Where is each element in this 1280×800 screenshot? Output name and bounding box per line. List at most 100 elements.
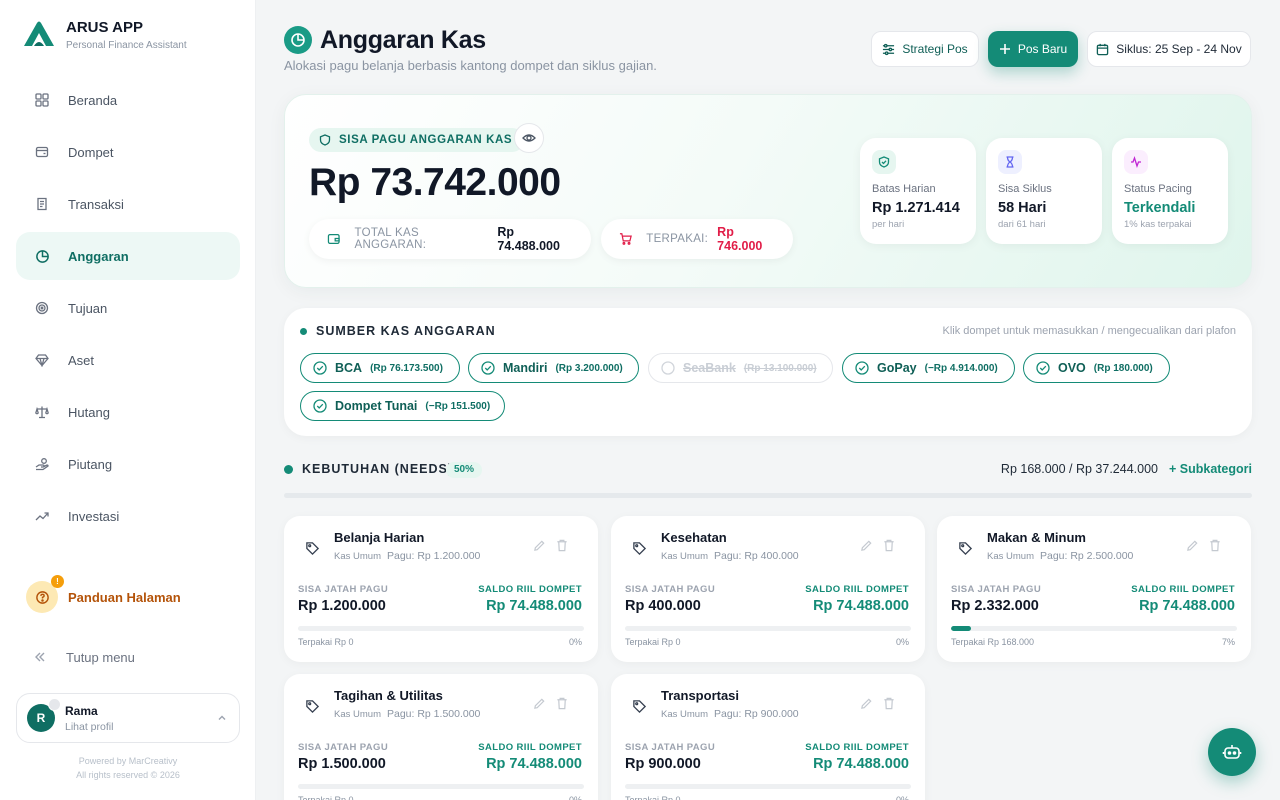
trash-icon[interactable] xyxy=(556,539,568,557)
wallet-chip-seabank[interactable]: SeaBank (Rp 13.100.000) xyxy=(648,353,833,383)
balance-label: SALDO RIIL DOMPET xyxy=(478,742,582,753)
new-budget-button[interactable]: Pos Baru xyxy=(988,31,1078,67)
collapse-menu-button[interactable]: Tutup menu xyxy=(16,633,240,681)
balance-value: Rp 74.488.000 xyxy=(486,756,582,772)
page-title: Anggaran Kas xyxy=(320,26,486,54)
check-circle-icon xyxy=(855,361,869,375)
strategy-button[interactable]: Strategi Pos xyxy=(871,31,979,67)
remaining-value: Rp 1.500.000 xyxy=(298,756,386,772)
stat-subtext: dari 61 hari xyxy=(998,219,1046,230)
calendar-icon xyxy=(1097,43,1109,55)
sidebar-item-label: Tujuan xyxy=(68,300,108,316)
remaining-value: Rp 400.000 xyxy=(625,598,701,614)
eye-icon xyxy=(522,134,536,142)
wallet-balance: (−Rp 4.914.000) xyxy=(924,362,998,374)
edit-icon[interactable] xyxy=(860,539,873,557)
trash-icon[interactable] xyxy=(1209,539,1221,557)
wallet-chip-ovo[interactable]: OVO (Rp 180.000) xyxy=(1023,353,1170,383)
wallet-chip-dompet-tunai[interactable]: Dompet Tunai (−Rp 151.500) xyxy=(300,391,505,421)
sidebar-item-investasi[interactable]: Investasi xyxy=(16,492,240,540)
assistant-bot-button[interactable] xyxy=(1208,728,1256,776)
balance-value: Rp 74.488.000 xyxy=(1139,598,1235,614)
sidebar-item-label: Beranda xyxy=(68,92,118,108)
category-meta: Kas Umum Pagu: Rp 400.000 xyxy=(661,550,799,562)
sliders-icon xyxy=(883,43,895,55)
footer-copyright: All rights reserved © 2026 xyxy=(76,770,180,780)
sidebar-item-beranda[interactable]: Beranda xyxy=(16,76,240,124)
wallet-icon xyxy=(28,138,56,166)
collapse-menu-label: Tutup menu xyxy=(66,649,135,665)
sidebar-item-label: Anggaran xyxy=(68,248,129,264)
budget-category-card[interactable]: Transportasi Kas Umum Pagu: Rp 900.000 SISA… xyxy=(611,674,925,800)
edit-icon[interactable] xyxy=(1186,539,1199,557)
spent-text: Terpakai Rp 0 xyxy=(625,637,681,647)
sidebar-item-label: Piutang xyxy=(68,456,113,472)
pie-chart-icon xyxy=(28,242,56,270)
sidebar-item-dompet[interactable]: Dompet xyxy=(16,128,240,176)
trash-icon[interactable] xyxy=(883,697,895,715)
wallet-balance: (−Rp 151.500) xyxy=(425,400,491,412)
wallet-balance: (Rp 3.200.000) xyxy=(555,362,623,374)
trending-up-icon xyxy=(28,502,56,530)
trash-icon[interactable] xyxy=(556,697,568,715)
role-badge-icon xyxy=(48,698,61,711)
gem-icon xyxy=(28,346,56,374)
shield-check-icon xyxy=(872,150,896,174)
spent-value: Rp 746.000 xyxy=(717,225,763,253)
balance-value: Rp 74.488.000 xyxy=(486,598,582,614)
add-subcategory-button[interactable]: + Subkategori xyxy=(1169,462,1252,476)
wallet-chip-mandiri[interactable]: Mandiri (Rp 3.200.000) xyxy=(468,353,639,383)
balance-label: SALDO RIIL DOMPET xyxy=(805,584,909,595)
user-profile-card[interactable]: R Rama Lihat profil xyxy=(16,693,240,743)
spent-percent: 0% xyxy=(568,795,582,800)
sidebar-item-label: Aset xyxy=(68,352,95,368)
pacing-status-stat: Status Pacing Terkendali 1% kas terpakai xyxy=(1112,138,1228,244)
stat-label: Status Pacing xyxy=(1124,183,1192,195)
budget-category-card[interactable]: Kesehatan Kas Umum Pagu: Rp 400.000 SISA JA… xyxy=(611,516,925,662)
sidebar-item-hutang[interactable]: Hutang xyxy=(16,388,240,436)
scale-icon xyxy=(28,398,56,426)
remaining-label: SISA JATAH PAGU xyxy=(298,584,389,595)
category-group: Kas Umum xyxy=(334,551,381,562)
wallet-name: Mandiri xyxy=(503,361,548,375)
progress-bar xyxy=(298,626,584,631)
budget-category-card[interactable]: Tagihan & Utilitas Kas Umum Pagu: Rp 1.500… xyxy=(284,674,598,800)
section-progress-bar xyxy=(284,493,1252,498)
budget-category-card[interactable]: Makan & Minum Kas Umum Pagu: Rp 2.500.000 S… xyxy=(937,516,1251,662)
remaining-budget-pill: SISA PAGU ANGGARAN KAS xyxy=(309,128,525,152)
balance-value: Rp 74.488.000 xyxy=(813,756,909,772)
wallet-chip-gopay[interactable]: GoPay (−Rp 4.914.000) xyxy=(842,353,1015,383)
view-profile-link[interactable]: Lihat profil xyxy=(65,721,113,733)
spent-percent: 0% xyxy=(568,637,582,647)
sidebar-item-piutang[interactable]: Piutang xyxy=(16,440,240,488)
arus-logo-icon xyxy=(24,21,54,46)
tag-icon xyxy=(953,536,977,560)
section-percent-badge: 50% xyxy=(446,462,483,478)
edit-icon[interactable] xyxy=(533,539,546,557)
sidebar: ARUS APP Personal Finance Assistant Bera… xyxy=(0,0,256,800)
stat-label: Sisa Siklus xyxy=(998,183,1052,195)
budget-category-card[interactable]: Belanja Harian Kas Umum Pagu: Rp 1.200.000… xyxy=(284,516,598,662)
page-guide-button[interactable]: ! Panduan Halaman xyxy=(16,573,240,621)
section-title: KEBUTUHAN (NEEDS) xyxy=(302,462,454,476)
sidebar-item-anggaran[interactable]: Anggaran xyxy=(16,232,240,280)
wallet-chip-bca[interactable]: BCA (Rp 76.173.500) xyxy=(300,353,460,383)
sidebar-item-transaksi[interactable]: Transaksi xyxy=(16,180,240,228)
sidebar-item-aset[interactable]: Aset xyxy=(16,336,240,384)
edit-icon[interactable] xyxy=(533,697,546,715)
cycle-selector[interactable]: Siklus: 25 Sep - 24 Nov xyxy=(1087,31,1251,67)
category-pagu: Pagu: Rp 2.500.000 xyxy=(1039,550,1134,562)
brand[interactable]: ARUS APP Personal Finance Assistant xyxy=(22,20,187,51)
spent-percent: 0% xyxy=(895,637,909,647)
progress-bar xyxy=(298,784,584,789)
progress-bar xyxy=(625,626,911,631)
notification-badge: ! xyxy=(51,575,64,588)
toggle-visibility-button[interactable] xyxy=(514,123,544,153)
remaining-label: SISA JATAH PAGU xyxy=(625,742,716,753)
avatar: R xyxy=(27,698,61,732)
category-meta: Kas Umum Pagu: Rp 1.500.000 xyxy=(334,708,480,720)
edit-icon[interactable] xyxy=(860,697,873,715)
sidebar-item-tujuan[interactable]: Tujuan xyxy=(16,284,240,332)
trash-icon[interactable] xyxy=(883,539,895,557)
remaining-value: Rp 1.200.000 xyxy=(298,598,386,614)
